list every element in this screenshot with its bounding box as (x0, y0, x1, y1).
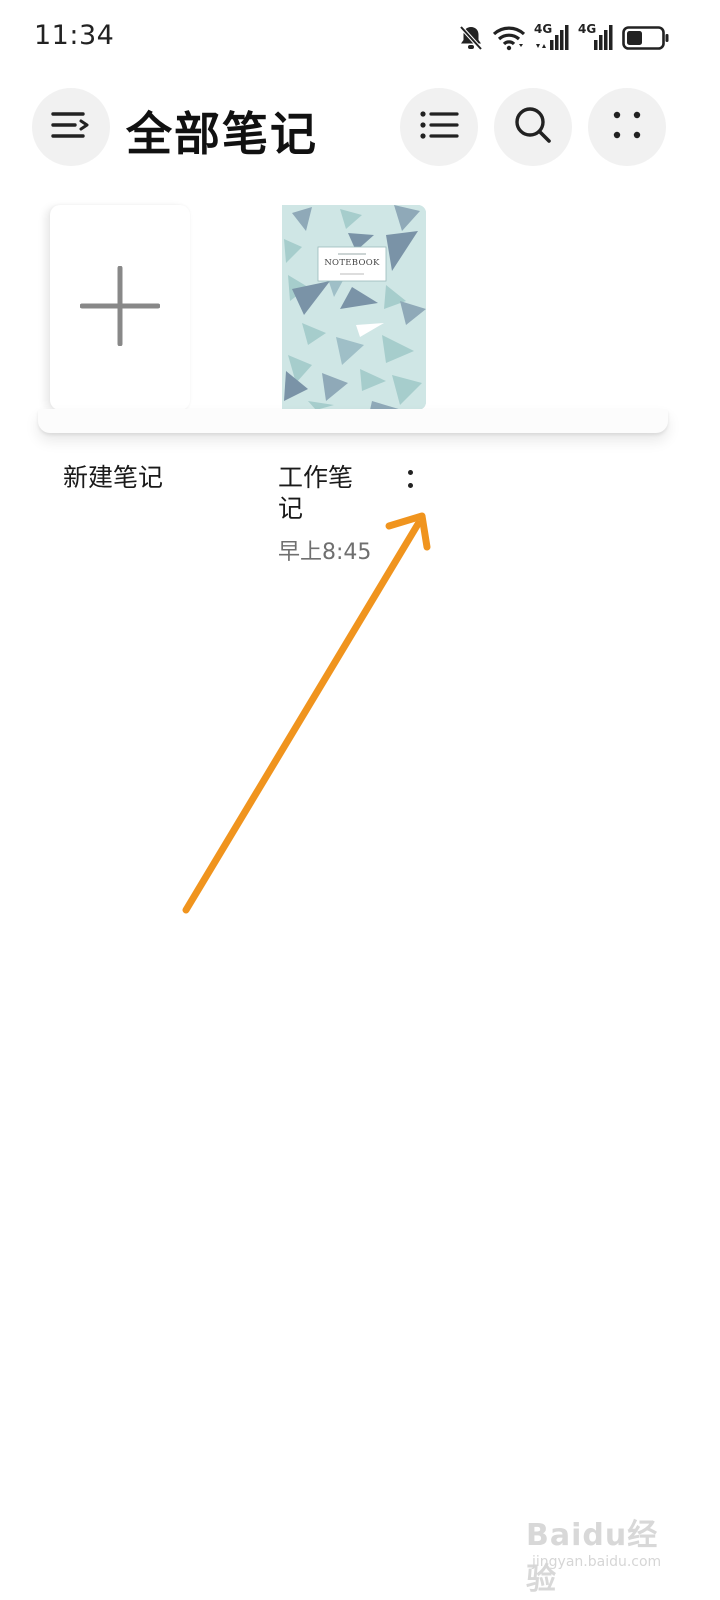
status-bar: 11:34 4G 4G (0, 0, 720, 76)
list-view-button[interactable] (400, 88, 478, 166)
battery-icon (622, 25, 670, 51)
list-icon (419, 109, 459, 145)
more-options-button[interactable] (588, 88, 666, 166)
wifi-icon (492, 25, 526, 51)
menu-button[interactable] (32, 88, 110, 166)
more-dots-icon (611, 109, 643, 145)
notebook-more-button[interactable] (396, 462, 424, 496)
watermark: Baidu经验 jingyan.baidu.com (526, 1510, 676, 1597)
search-button[interactable] (494, 88, 572, 166)
bell-off-icon (458, 24, 484, 52)
signal-4g-icon: 4G (534, 22, 570, 52)
more-vertical-icon-dot (407, 470, 413, 475)
notebook-cover-pattern (282, 205, 426, 410)
notebook-cover-title: NOTEBOOK (324, 258, 380, 268)
new-note-card[interactable] (50, 205, 190, 410)
status-icons: 4G 4G (458, 22, 670, 54)
bookshelf (38, 409, 668, 433)
more-vertical-icon-dot (407, 483, 413, 488)
notebook-title[interactable]: 工作笔记 (278, 462, 370, 524)
status-time: 11:34 (34, 20, 115, 51)
notebook-time: 早上8:45 (278, 540, 372, 565)
watermark-url: jingyan.baidu.com (532, 1554, 662, 1570)
menu-icon (51, 110, 91, 144)
signal-4g-icon: 4G (578, 22, 614, 52)
plus-icon (79, 265, 161, 350)
page-title: 全部笔记 (126, 107, 318, 161)
new-note-label[interactable]: 新建笔记 (63, 462, 163, 493)
search-icon (514, 106, 552, 148)
notebook-cover[interactable]: NOTEBOOK (282, 205, 426, 410)
